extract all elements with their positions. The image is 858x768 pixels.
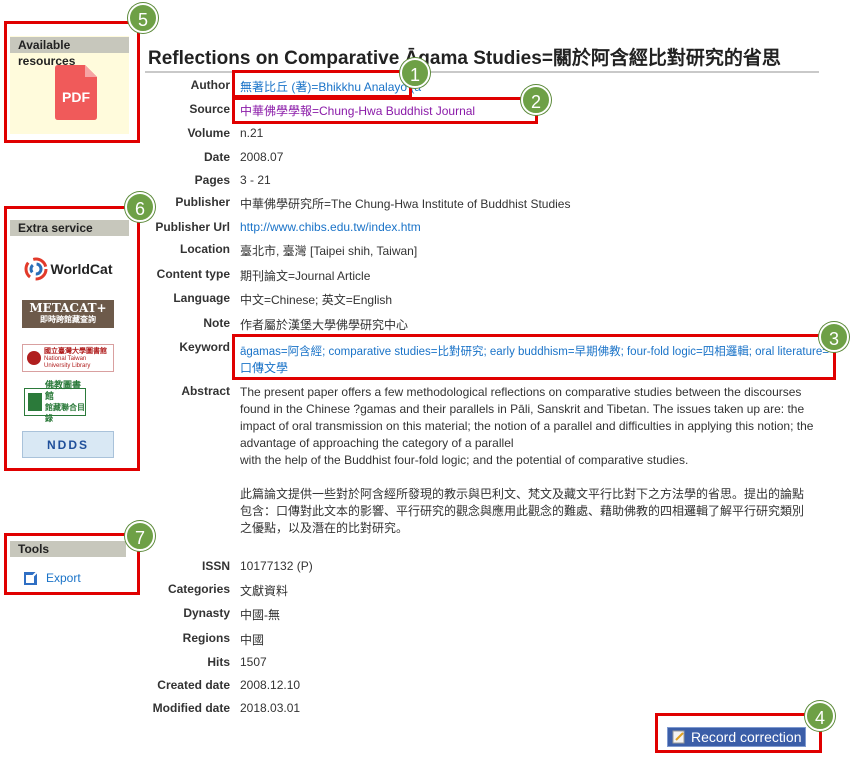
categories-label: Categories [167, 582, 230, 596]
location-value: 臺北市, 臺灣 [Taipei shih, Taiwan] [240, 244, 418, 258]
abstract-english: The present paper offers a few methodolo… [240, 385, 814, 450]
publisher-value: 中華佛學研究所=The Chung-Hwa Institute of Buddh… [240, 197, 571, 211]
pages-value: 3 - 21 [240, 173, 271, 187]
created-date-value: 2008.12.10 [240, 678, 301, 692]
dynasty-label: Dynasty [183, 606, 230, 620]
callout-box-source [232, 97, 538, 124]
date-label: Date [203, 150, 230, 164]
content-type-label: Content type [156, 267, 230, 281]
callout-badge-3: 3 [819, 322, 849, 352]
language-value: 中文=Chinese; 英文=English [240, 293, 393, 307]
categories-value: 文獻資料 [240, 584, 289, 598]
hits-label: Hits [207, 655, 230, 669]
publisher-label: Publisher [175, 195, 230, 209]
abstract-english-cont: with the help of the Buddhist four-fold … [240, 453, 689, 467]
created-date-label: Created date [157, 678, 230, 692]
issn-label: ISSN [201, 559, 230, 573]
dynasty-value: 中國-無 [240, 608, 280, 622]
publisher-url-label: Publisher Url [155, 220, 230, 234]
callout-badge-1: 1 [400, 58, 430, 88]
callout-box-record-correction [655, 713, 822, 753]
modified-date-value: 2018.03.01 [240, 701, 301, 715]
location-label: Location [180, 242, 230, 256]
regions-label: Regions [182, 631, 230, 645]
author-label: Author [190, 78, 230, 92]
source-label: Source [189, 102, 230, 116]
language-label: Language [173, 291, 230, 305]
callout-box-resources [4, 21, 140, 143]
page-title: Reflections on Comparative Āgama Studies… [148, 48, 781, 69]
issn-value: 10177132 (P) [240, 559, 313, 573]
callout-badge-5: 5 [128, 3, 158, 33]
note-label: Note [203, 316, 230, 330]
callout-box-extra-service [4, 206, 140, 471]
callout-box-author [232, 70, 412, 98]
modified-date-label: Modified date [152, 701, 230, 715]
volume-value: n.21 [240, 126, 264, 140]
abstract-label: Abstract [181, 384, 230, 398]
note-value: 作者屬於漢堡大學佛學研究中心 [240, 318, 409, 332]
publisher-url-link[interactable]: http://www.chibs.edu.tw/index.htm [240, 220, 421, 234]
date-value: 2008.07 [240, 150, 284, 164]
keyword-label: Keyword [179, 340, 230, 354]
callout-badge-4: 4 [805, 701, 835, 731]
pages-label: Pages [194, 173, 230, 187]
callout-box-tools [4, 533, 140, 595]
content-type-value: 期刊論文=Journal Article [240, 269, 371, 283]
regions-value: 中國 [240, 633, 265, 647]
callout-badge-2: 2 [521, 85, 551, 115]
callout-badge-7: 7 [125, 521, 155, 551]
hits-value: 1507 [240, 655, 267, 669]
abstract-chinese: 此篇論文提供一些對於阿含經所發現的教示與巴利文、梵文及藏文平行比對下之方法學的省… [240, 487, 805, 535]
callout-box-keyword [232, 334, 836, 380]
volume-label: Volume [187, 126, 230, 140]
